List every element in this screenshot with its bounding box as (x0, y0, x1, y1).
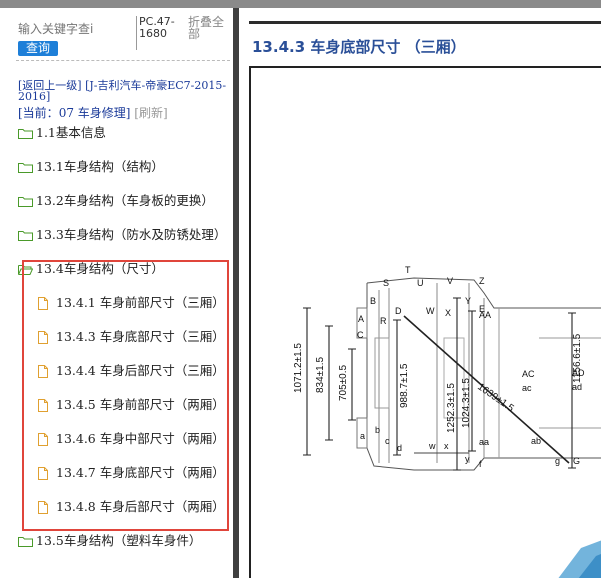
svg-text:a: a (360, 431, 365, 441)
svg-text:A: A (358, 314, 364, 324)
svg-text:ad: ad (572, 382, 582, 392)
tree-item-13-3[interactable]: 13.3 车身结构（防水及防锈处理） (18, 225, 226, 245)
svg-text:T: T (405, 265, 411, 275)
svg-text:R: R (380, 316, 387, 326)
dimension-label: 1071.2±1.5 (293, 343, 304, 393)
svg-text:aa: aa (479, 437, 489, 447)
collapse-all-link[interactable]: 折叠全部 (188, 16, 226, 40)
separator (136, 16, 137, 50)
search-box: 查询 (18, 18, 136, 56)
dimension-label: 1024.3±1.5 (461, 378, 472, 428)
search-input[interactable] (18, 21, 136, 37)
folder-icon (18, 162, 33, 173)
folder-icon (18, 196, 33, 207)
tree-item-label: 基本信息 (55, 125, 106, 140)
vehicle-code: PC.47-1680 (139, 15, 175, 40)
svg-text:ac: ac (522, 383, 532, 393)
svg-text:D: D (395, 306, 402, 316)
svg-text:V: V (447, 276, 453, 286)
current-prefix: [当前： (18, 106, 59, 120)
tree-item-number: 1.1 (36, 125, 56, 140)
current-value: 07 车身修理] (58, 106, 131, 120)
svg-text:AA: AA (479, 310, 491, 320)
tree-item-number: 13.1 (36, 159, 64, 174)
svg-text:W: W (426, 306, 435, 316)
refresh-link[interactable]: [刷新] (134, 106, 167, 120)
svg-text:C: C (357, 330, 364, 340)
svg-text:S: S (383, 278, 389, 288)
tree-item-label: 车身结构（塑料车身件） (63, 533, 202, 548)
svg-text:y: y (465, 454, 470, 464)
tree-item-13-2[interactable]: 13.2 车身结构（车身板的更换） (18, 191, 214, 211)
svg-text:b: b (375, 425, 380, 435)
tree-panel: 查询 PC.47-1680 折叠全部 [返回上一级] [J-吉利汽车-帝豪EC7… (0, 8, 233, 578)
underbody-dimension-diagram: 1071.2±1.5 834±1.5 705±0.5 988.7±1.5 125… (293, 265, 601, 471)
tree-item-13-5[interactable]: 13.5 车身结构（塑料车身件） (18, 531, 201, 551)
folder-icon (18, 128, 33, 139)
watermark-logo (558, 540, 601, 578)
svg-text:B: B (370, 296, 376, 306)
svg-text:ab: ab (531, 436, 541, 446)
svg-text:d: d (397, 443, 402, 453)
tree-item-label: 车身结构（防水及防锈处理） (63, 227, 227, 242)
divider-dashed (16, 60, 230, 61)
svg-text:x: x (444, 441, 449, 451)
svg-text:AC: AC (522, 369, 535, 379)
window-top-bar (0, 0, 601, 8)
tree-item-label: 车身结构（结构） (63, 159, 164, 174)
current-location: [当前：07 车身修理] [刷新] (18, 104, 232, 121)
svg-text:G: G (573, 456, 580, 466)
breadcrumb: [返回上一级] [J-吉利汽车-帝豪EC7-2015-2016] (18, 80, 232, 102)
search-button[interactable]: 查询 (18, 41, 59, 56)
document-panel: 13.4.3 车身底部尺寸 （三厢） 1071.2±1.5 834±1.5 70… (239, 8, 601, 578)
dimension-label: 705±0.5 (338, 364, 349, 401)
tree-item-number: 13.5 (36, 533, 64, 548)
highlight-annotation-box (22, 260, 229, 531)
svg-text:U: U (417, 278, 424, 288)
folder-icon (18, 536, 33, 547)
svg-text:Y: Y (465, 296, 471, 306)
dimension-label: 834±1.5 (315, 356, 326, 393)
tree-item-number: 13.2 (36, 193, 64, 208)
tree-item-13-1[interactable]: 13.1 车身结构（结构） (18, 157, 164, 177)
tree-item-basic-info[interactable]: 1.1 基本信息 (18, 123, 106, 143)
dimension-label: 988.7±1.5 (399, 363, 410, 408)
folder-icon (18, 230, 33, 241)
svg-text:Z: Z (479, 276, 485, 286)
svg-text:X: X (445, 308, 451, 318)
svg-text:AD: AD (572, 368, 585, 378)
svg-text:w: w (428, 441, 436, 451)
svg-text:c: c (385, 436, 390, 446)
dimension-label: 1252.3±1.5 (446, 383, 457, 433)
tree-item-label: 车身结构（车身板的更换） (63, 193, 214, 208)
dimension-label: 1639±1.5 (475, 381, 516, 414)
svg-text:g: g (555, 456, 560, 466)
tree-item-number: 13.3 (36, 227, 64, 242)
